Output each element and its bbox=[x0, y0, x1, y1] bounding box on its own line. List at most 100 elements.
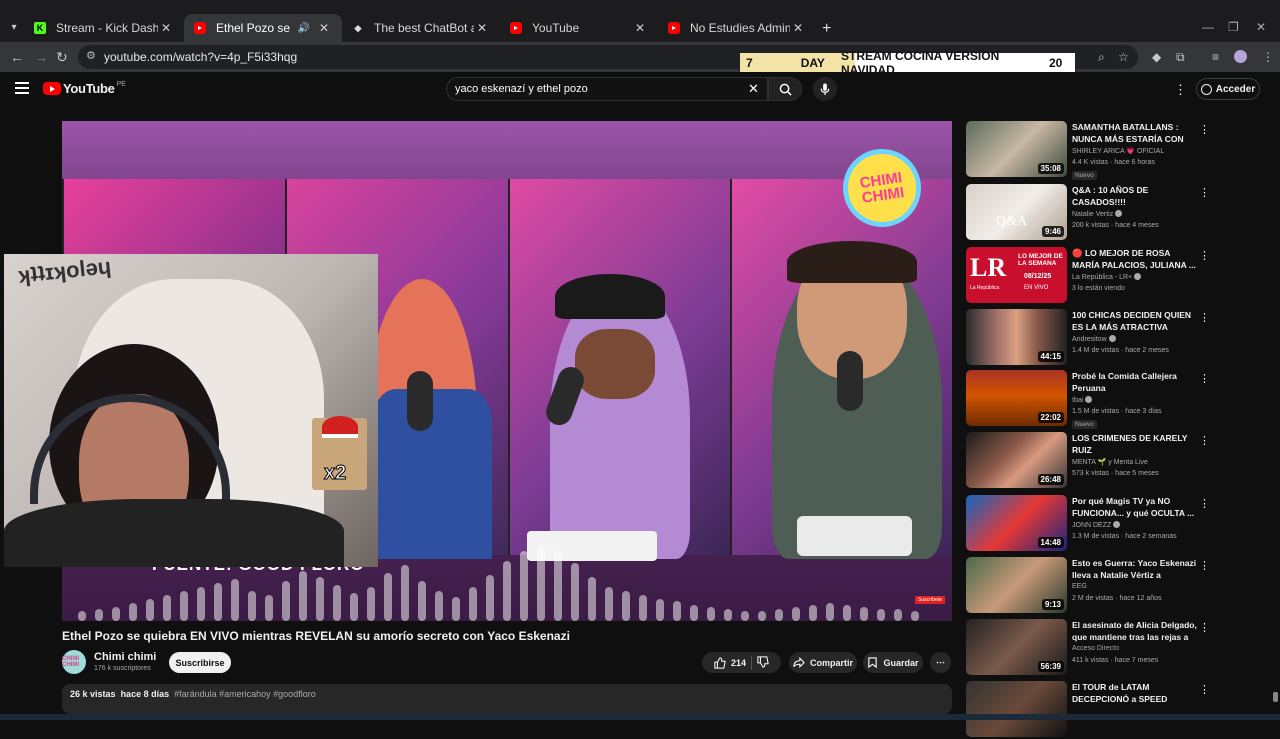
video-title[interactable]: El asesinato de Alicia Delgado, que mant… bbox=[1072, 619, 1197, 643]
dislike-button[interactable] bbox=[757, 655, 769, 670]
recommended-video[interactable]: LR La República LO MEJOR DE LA SEMANA 08/12… bbox=[966, 247, 1262, 305]
video-options-icon[interactable]: ⋮ bbox=[1199, 434, 1210, 447]
channel-name[interactable]: Chimi chimi bbox=[94, 651, 156, 663]
voice-search-button[interactable] bbox=[813, 77, 837, 101]
video-thumbnail[interactable]: LR La República LO MEJOR DE LA SEMANA 08/12… bbox=[966, 247, 1067, 303]
video-thumbnail[interactable]: 56:39 bbox=[966, 619, 1067, 675]
browser-menu-icon[interactable]: ⋮ bbox=[1262, 50, 1274, 64]
zoom-icon[interactable]: ⌕ bbox=[1098, 50, 1105, 65]
tab-kick-dashboard[interactable]: K Stream - Kick Dashboard ✕ bbox=[24, 14, 184, 42]
video-channel[interactable]: Acceso Directo bbox=[1072, 645, 1119, 652]
video-thumbnail[interactable]: Q&A 9:46 bbox=[966, 184, 1067, 240]
close-icon[interactable]: ✕ bbox=[158, 21, 174, 35]
video-options-icon[interactable]: ⋮ bbox=[1199, 372, 1210, 385]
settings-more-icon[interactable]: ⋮ bbox=[1174, 82, 1187, 98]
window-close-icon[interactable]: ✕ bbox=[1256, 20, 1266, 34]
video-options-icon[interactable]: ⋮ bbox=[1199, 621, 1210, 634]
video-options-icon[interactable]: ⋮ bbox=[1199, 559, 1210, 572]
close-icon[interactable]: ✕ bbox=[790, 21, 806, 35]
video-title[interactable]: 🔴 LO MEJOR DE ROSA MARÍA PALACIOS, JULIA… bbox=[1072, 247, 1197, 271]
video-title[interactable]: Por qué Magis TV ya NO FUNCIONA... y qué… bbox=[1072, 495, 1197, 519]
more-actions-button[interactable]: ⋯ bbox=[930, 652, 951, 673]
tab-label: YouTube bbox=[532, 21, 580, 35]
scrollbar-thumb[interactable] bbox=[1273, 692, 1278, 702]
new-tab-button[interactable]: + bbox=[822, 20, 831, 38]
video-title[interactable]: El TOUR de LATAM DECEPCIONÓ a SPEED bbox=[1072, 681, 1197, 705]
video-thumbnail[interactable] bbox=[966, 681, 1067, 737]
search-button[interactable] bbox=[768, 77, 802, 101]
video-thumbnail[interactable]: 26:48 bbox=[966, 432, 1067, 488]
signin-button[interactable]: Acceder bbox=[1196, 78, 1260, 100]
video-title[interactable]: 100 CHICAS DECIDEN QUIEN ES LA MÁS ATRAC… bbox=[1072, 309, 1197, 333]
close-icon[interactable]: ✕ bbox=[474, 21, 490, 35]
share-button[interactable]: Compartir bbox=[789, 652, 857, 673]
like-button[interactable]: 214 bbox=[714, 656, 746, 669]
video-options-icon[interactable]: ⋮ bbox=[1199, 497, 1210, 510]
recommended-video[interactable]: 44:15 100 CHICAS DECIDEN QUIEN ES LA MÁS … bbox=[966, 309, 1262, 367]
lr-live: EN VIVO bbox=[1024, 285, 1049, 291]
back-icon[interactable]: ← bbox=[10, 49, 24, 65]
video-thumbnail[interactable]: 44:15 bbox=[966, 309, 1067, 365]
extension-icon[interactable]: ◆ bbox=[1152, 50, 1161, 64]
video-thumbnail[interactable]: 14:48 bbox=[966, 495, 1067, 551]
scrollbar[interactable] bbox=[1272, 108, 1278, 718]
recommended-video[interactable]: Q&A 9:46 Q&A : 10 AÑOS DE CASADOS!!!! Natal… bbox=[966, 184, 1262, 242]
video-channel[interactable]: Andresitow bbox=[1072, 335, 1116, 343]
recommended-video[interactable]: El TOUR de LATAM DECEPCIONÓ a SPEED ⋮ bbox=[966, 681, 1262, 739]
speaker-icon[interactable]: 🔊 bbox=[298, 23, 310, 34]
video-thumbnail[interactable]: 9:13 bbox=[966, 557, 1067, 613]
description-box[interactable]: 26 k vistas hace 8 días #farándula #amer… bbox=[62, 684, 952, 714]
video-options-icon[interactable]: ⋮ bbox=[1199, 186, 1210, 199]
save-button[interactable]: Guardar bbox=[863, 652, 923, 673]
video-channel[interactable]: La República - LR+ bbox=[1072, 273, 1142, 281]
video-channel[interactable]: MENTA 🌱 y Menta Live bbox=[1072, 458, 1148, 466]
subscribe-button[interactable]: Suscribirse bbox=[169, 652, 231, 673]
video-title[interactable]: SAMANTHA BATALLANS : NUNCA MÁS ESTARÍA C… bbox=[1072, 121, 1197, 145]
close-icon[interactable]: ✕ bbox=[632, 21, 648, 35]
tab-youtube[interactable]: YouTube ✕ bbox=[500, 14, 658, 42]
hashtags[interactable]: #farándula #americahoy #goodfloro bbox=[174, 689, 316, 699]
puzzle-icon[interactable]: ⧉ bbox=[1176, 50, 1185, 65]
recommended-video[interactable]: 14:48 Por qué Magis TV ya NO FUNCIONA... … bbox=[966, 495, 1262, 553]
search-input[interactable]: yaco eskenazí y ethel pozo bbox=[446, 77, 768, 101]
media-icon[interactable]: ≡ bbox=[1212, 50, 1219, 64]
video-thumbnail[interactable]: 35:08 bbox=[966, 121, 1067, 177]
profile-avatar[interactable] bbox=[1234, 50, 1247, 63]
close-icon[interactable]: ✕ bbox=[316, 21, 332, 35]
video-channel[interactable]: Natalie Vertiz bbox=[1072, 210, 1123, 218]
microphone-icon bbox=[820, 82, 830, 95]
video-options-icon[interactable]: ⋮ bbox=[1199, 123, 1210, 136]
recommended-video[interactable]: 35:08 SAMANTHA BATALLANS : NUNCA MÁS ESTA… bbox=[966, 121, 1262, 180]
video-title[interactable]: Q&A : 10 AÑOS DE CASADOS!!!! bbox=[1072, 184, 1197, 208]
minimize-icon[interactable]: — bbox=[1202, 20, 1214, 34]
recommended-video[interactable]: 22:02 Probé la Comida Callejera Peruana Ib… bbox=[966, 370, 1262, 429]
video-channel[interactable]: SHIRLEY ARICA 💗 OFICIAL bbox=[1072, 147, 1164, 155]
site-info-icon[interactable]: ⚙ bbox=[86, 49, 96, 62]
video-channel[interactable]: EEG bbox=[1072, 583, 1087, 590]
youtube-logo[interactable]: YouTube PE bbox=[43, 81, 126, 96]
restore-icon[interactable]: ❐ bbox=[1228, 20, 1239, 34]
reload-icon[interactable]: ↻ bbox=[56, 49, 68, 66]
tab-search-icon[interactable]: ▾ bbox=[6, 19, 22, 35]
video-channel[interactable]: Ibai bbox=[1072, 396, 1093, 404]
waveform-bar bbox=[554, 551, 562, 621]
video-title[interactable]: Probé la Comida Callejera Peruana bbox=[1072, 370, 1197, 394]
bookmark-star-icon[interactable]: ☆ bbox=[1118, 50, 1129, 64]
forward-icon[interactable]: → bbox=[34, 49, 48, 65]
video-channel[interactable]: JONN DEZZ bbox=[1072, 521, 1121, 529]
video-thumbnail[interactable]: 22:02 bbox=[966, 370, 1067, 426]
tab-no-estudies[interactable]: No Estudies Administración de ✕ bbox=[658, 14, 816, 42]
video-options-icon[interactable]: ⋮ bbox=[1199, 249, 1210, 262]
recommended-video[interactable]: 26:48 LOS CRIMENES DE KARELY RUIZ MENTA 🌱 … bbox=[966, 432, 1262, 490]
clear-search-icon[interactable]: ✕ bbox=[748, 81, 759, 97]
tab-ethel-pozo[interactable]: Ethel Pozo se quiebra EN VIVO 🔊 ✕ bbox=[184, 14, 342, 42]
video-options-icon[interactable]: ⋮ bbox=[1199, 683, 1210, 696]
menu-icon[interactable] bbox=[15, 82, 29, 97]
tab-chatbot[interactable]: ◆ The best ChatBot and Widgets ✕ bbox=[342, 14, 500, 42]
recommended-video[interactable]: 9:13 Esto es Guerra: Yaco Eskenazi lleva … bbox=[966, 557, 1262, 615]
video-title[interactable]: Esto es Guerra: Yaco Eskenazi lleva a Na… bbox=[1072, 557, 1197, 581]
video-options-icon[interactable]: ⋮ bbox=[1199, 311, 1210, 324]
channel-avatar[interactable]: CHIMI CHIMI bbox=[62, 650, 86, 674]
recommended-video[interactable]: 56:39 El asesinato de Alicia Delgado, que… bbox=[966, 619, 1262, 677]
video-title[interactable]: LOS CRIMENES DE KARELY RUIZ bbox=[1072, 432, 1197, 456]
